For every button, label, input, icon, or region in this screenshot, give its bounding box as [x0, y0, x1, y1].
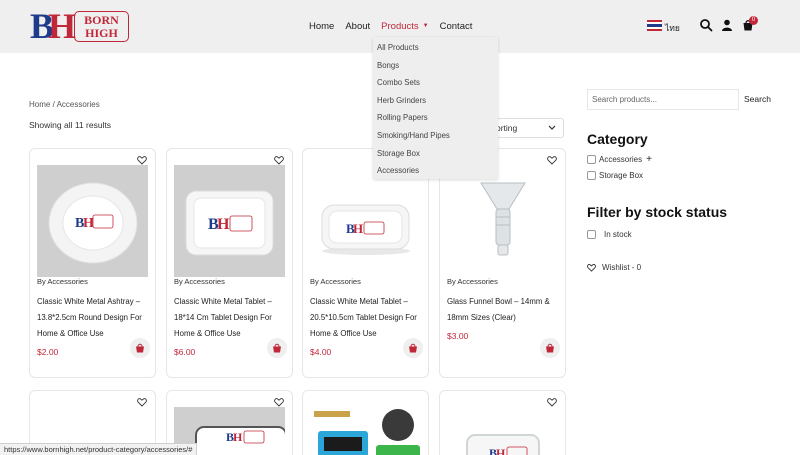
dropdown-item-rolling-papers[interactable]: Rolling Papers	[373, 109, 498, 127]
heart-icon	[587, 263, 596, 272]
product-card[interactable]: B H	[439, 390, 566, 455]
product-price: $4.00	[310, 347, 332, 357]
heart-icon[interactable]	[274, 397, 284, 407]
nav-contact[interactable]: Contact	[440, 21, 473, 32]
result-count: Showing all 11 results	[29, 120, 112, 130]
caret-down-icon: ▼	[422, 23, 429, 30]
in-stock-checkbox[interactable]	[587, 230, 596, 239]
heart-icon[interactable]	[137, 397, 147, 407]
heart-icon[interactable]	[547, 155, 557, 165]
main-nav: Home About Products ▼ Contact	[309, 21, 483, 32]
svg-text:H: H	[233, 430, 243, 444]
product-title[interactable]: Classic White Metal Ashtray – 13.8*2.5cm…	[37, 294, 151, 342]
dropdown-item-accessories[interactable]: Accessories	[373, 162, 498, 180]
product-image-glass-funnel-bowl[interactable]	[447, 165, 558, 277]
breadcrumb-current: Accessories	[56, 100, 100, 109]
cart-count-badge: 0	[749, 16, 758, 25]
chevron-down-icon	[548, 125, 556, 130]
svg-text:H: H	[83, 216, 94, 231]
category-label[interactable]: Accessories	[599, 155, 642, 164]
product-price: $3.00	[447, 331, 469, 341]
sort-select-label: orting	[496, 123, 518, 133]
product-category[interactable]: By Accessories	[174, 277, 225, 286]
wishlist-label: Wishlist - 0	[602, 263, 642, 272]
product-category[interactable]: By Accessories	[310, 277, 361, 286]
product-image-ashtray[interactable]: B H	[37, 165, 148, 277]
product-price: $2.00	[37, 347, 59, 357]
dropdown-item-herb-grinders[interactable]: Herb Grinders	[373, 92, 498, 110]
logo-wordmark: BORN HIGH	[74, 11, 129, 42]
expand-plus-icon[interactable]: +	[646, 154, 652, 165]
dropdown-item-bongs[interactable]: Bongs	[373, 57, 498, 75]
category-filter-accessories[interactable]: Accessories +	[587, 154, 652, 165]
search-input[interactable]	[587, 89, 739, 110]
product-title[interactable]: Classic White Metal Tablet – 18*14 Cm Ta…	[174, 294, 288, 342]
add-to-cart-button[interactable]	[403, 338, 423, 358]
product-title[interactable]: Glass Funnel Bowl – 14mm & 18mm Sizes (C…	[447, 294, 561, 326]
nav-products[interactable]: Products ▼	[381, 21, 428, 32]
product-category[interactable]: By Accessories	[37, 277, 88, 286]
site-logo[interactable]: BH BORN HIGH	[30, 8, 130, 46]
heart-icon[interactable]	[274, 155, 284, 165]
browser-status-url: https://www.bornhigh.net/product-categor…	[0, 443, 198, 455]
product-card[interactable]: By Accessories Glass Funnel Bowl – 14mm …	[439, 148, 566, 378]
breadcrumb-home[interactable]: Home	[29, 100, 50, 109]
in-stock-label[interactable]: In stock	[604, 230, 632, 239]
nav-about[interactable]: About	[345, 21, 370, 32]
user-icon[interactable]	[720, 18, 734, 32]
product-card[interactable]: B H By Accessories Classic White Metal T…	[166, 148, 293, 378]
language-label[interactable]: ไทย	[665, 21, 680, 35]
stock-filter-in-stock[interactable]: In stock	[587, 230, 632, 239]
add-to-cart-button[interactable]	[130, 338, 150, 358]
thai-flag-icon[interactable]	[647, 20, 662, 31]
category-checkbox[interactable]	[587, 155, 596, 164]
product-card[interactable]: B H By Accessories Classic White Metal T…	[302, 148, 429, 378]
dropdown-item-all-products[interactable]: All Products	[373, 39, 498, 57]
dropdown-item-smoking-hand-pipes[interactable]: Smoking/Hand Pipes	[373, 127, 498, 145]
category-label[interactable]: Storage Box	[599, 171, 643, 180]
search-button[interactable]: Search	[744, 94, 771, 104]
product-image-tablet-18x14[interactable]: B H	[174, 165, 285, 277]
logo-monogram: BH	[30, 6, 76, 46]
heart-icon[interactable]	[137, 155, 147, 165]
add-to-cart-button[interactable]	[540, 338, 560, 358]
svg-text:H: H	[217, 216, 230, 233]
products-dropdown: All Products Bongs Combo Sets Herb Grind…	[373, 37, 498, 179]
product-title[interactable]: Classic White Metal Tablet – 20.5*10.5cm…	[310, 294, 424, 342]
category-checkbox[interactable]	[587, 171, 596, 180]
svg-text:H: H	[496, 446, 506, 455]
wishlist-link[interactable]: Wishlist - 0	[587, 263, 641, 272]
product-price: $6.00	[174, 347, 196, 357]
nav-home[interactable]: Home	[309, 21, 334, 32]
product-image-tablet-20x10[interactable]: B H	[310, 165, 421, 277]
category-filter-storage-box[interactable]: Storage Box	[587, 171, 643, 180]
nav-products-label: Products	[381, 21, 419, 32]
svg-text:H: H	[353, 221, 363, 236]
product-image[interactable]: B H	[447, 407, 558, 455]
heart-icon[interactable]	[547, 397, 557, 407]
search-icon[interactable]	[699, 18, 713, 32]
product-category[interactable]: By Accessories	[447, 277, 498, 286]
product-card[interactable]	[302, 390, 429, 455]
dropdown-item-storage-box[interactable]: Storage Box	[373, 145, 498, 163]
stock-status-heading: Filter by stock status	[587, 204, 728, 220]
breadcrumb: Home / Accessories	[29, 100, 100, 109]
add-to-cart-button[interactable]	[267, 338, 287, 358]
dropdown-item-combo-sets[interactable]: Combo Sets	[373, 74, 498, 92]
product-card[interactable]: B H By Accessories Classic White Metal A…	[29, 148, 156, 378]
product-image[interactable]	[310, 407, 421, 455]
category-heading: Category	[587, 131, 648, 147]
